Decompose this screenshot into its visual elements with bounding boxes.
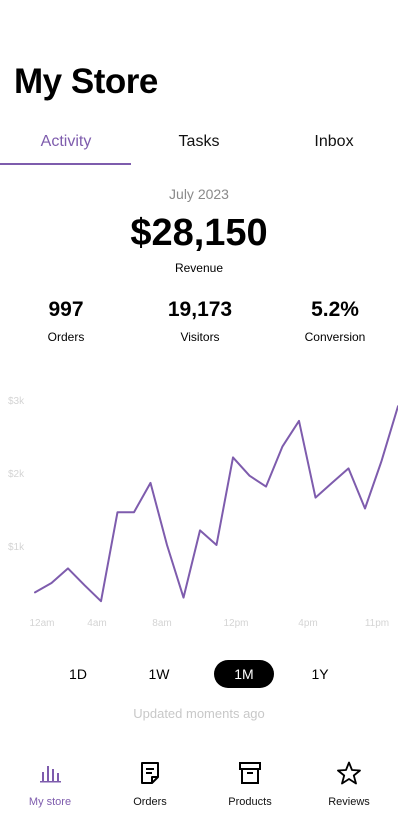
tab-activity[interactable]: Activity (0, 124, 132, 164)
nav-my-store-label: My store (28, 796, 72, 808)
archive-box-icon (200, 760, 300, 786)
active-tab-indicator (0, 163, 131, 165)
nav-orders-label: Orders (133, 796, 167, 808)
revenue-series-line (34, 405, 398, 603)
bar-chart-icon (0, 760, 100, 786)
nav-products[interactable]: Products (200, 752, 300, 812)
stat-conversion-value: 5.2% (311, 298, 359, 321)
x-tick-label: 4pm (298, 618, 317, 629)
bottom-nav: My store Orders Products Reviews (0, 752, 398, 822)
tab-tasks[interactable]: Tasks (133, 124, 265, 164)
stat-visitors: 19,173 Visitors (134, 298, 266, 344)
period-label: July 2023 (169, 186, 229, 202)
document-icon (100, 760, 200, 786)
y-tick-label: $2k (8, 469, 25, 480)
stat-orders: 997 Orders (0, 298, 132, 344)
tab-inbox[interactable]: Inbox (268, 124, 398, 164)
stat-conversion: 5.2% Conversion (269, 298, 398, 344)
x-tick-label: 8am (152, 618, 171, 629)
tab-bar: Activity Tasks Inbox (0, 124, 398, 166)
y-tick-label: $1k (8, 542, 25, 553)
stat-visitors-value: 19,173 (167, 298, 233, 321)
x-tick-label: 12am (29, 618, 54, 629)
page-title: My Store (14, 62, 158, 101)
stat-orders-label: Orders (47, 330, 85, 344)
stat-orders-value: 997 (48, 298, 84, 321)
x-tick-label: 4am (87, 618, 106, 629)
stat-conversion-label: Conversion (304, 330, 366, 344)
nav-my-store[interactable]: My store (0, 752, 100, 812)
star-icon (299, 760, 398, 786)
nav-products-label: Products (228, 796, 272, 808)
nav-orders[interactable]: Orders (100, 752, 200, 812)
range-1m-button[interactable]: 1M (214, 660, 274, 688)
stat-visitors-label: Visitors (180, 330, 220, 344)
nav-reviews[interactable]: Reviews (299, 752, 398, 812)
x-tick-label: 11pm (365, 618, 389, 629)
x-tick-label: 12pm (223, 618, 248, 629)
range-1w-button[interactable]: 1W (129, 660, 189, 688)
y-tick-label: $3k (8, 396, 25, 407)
range-1d-button[interactable]: 1D (48, 660, 108, 688)
revenue-line-chart: $1k $2k $3k 12am 4am 8am 12pm 4pm 11pm (8, 396, 398, 629)
range-1y-button[interactable]: 1Y (290, 660, 350, 688)
revenue-value: $28,150 (130, 212, 268, 254)
revenue-label: Revenue (174, 261, 224, 275)
nav-reviews-label: Reviews (328, 796, 370, 808)
updated-status: Updated moments ago (133, 706, 265, 721)
